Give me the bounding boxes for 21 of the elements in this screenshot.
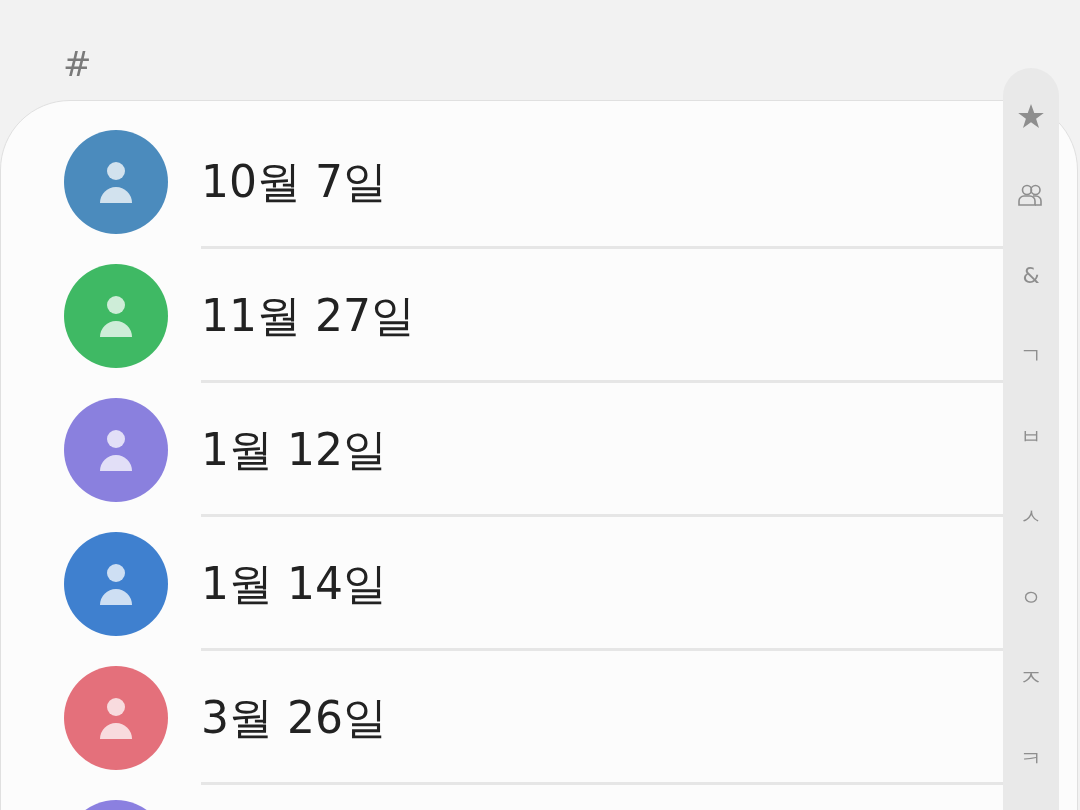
index-letter[interactable]: & [1022, 264, 1040, 287]
index-letter[interactable]: ㅈ [1020, 667, 1042, 690]
contact-name[interactable]: 1월 14일 [201, 554, 387, 614]
person-icon [99, 161, 133, 203]
group-icon[interactable] [1018, 184, 1044, 207]
index-letter[interactable]: ㄱ [1020, 345, 1042, 368]
index-letter[interactable]: ㅅ [1020, 506, 1042, 529]
contact-name[interactable]: 1월 12일 [201, 420, 387, 480]
index-letter[interactable]: ㅇ [1020, 586, 1042, 609]
index-scroll-bar[interactable]: & ㄱ ㅂ ㅅ ㅇ ㅈ ㅋ [1003, 68, 1059, 810]
star-icon[interactable] [1018, 104, 1044, 129]
contact-name[interactable]: 3월 26일 [201, 688, 387, 748]
index-letter[interactable]: ㅋ [1020, 747, 1042, 770]
contact-name[interactable]: 10월 7일 [201, 152, 387, 212]
person-icon [99, 563, 133, 605]
index-letter[interactable]: ㅂ [1020, 425, 1042, 448]
person-icon [99, 697, 133, 739]
person-icon [99, 295, 133, 337]
person-icon [99, 429, 133, 471]
contact-name[interactable]: 11월 27일 [201, 286, 415, 346]
section-header: # [63, 47, 92, 81]
